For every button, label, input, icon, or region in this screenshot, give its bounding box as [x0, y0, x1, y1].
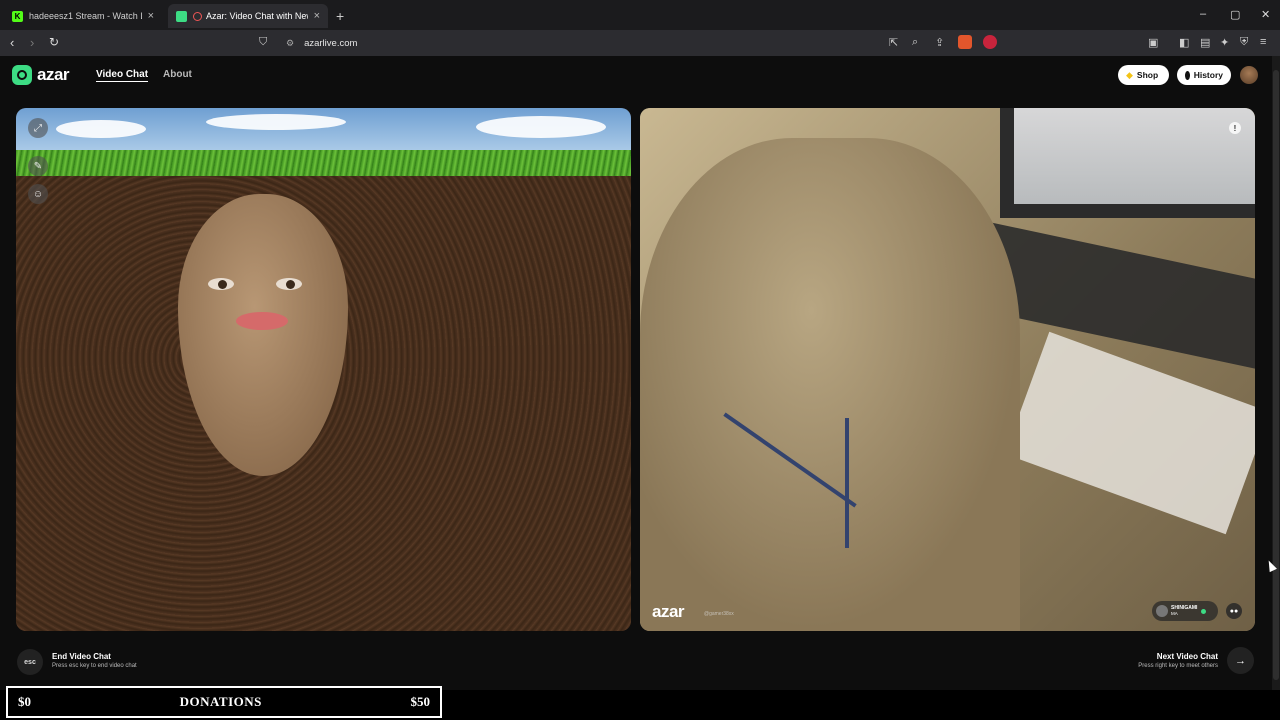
back-icon[interactable]: ‹	[10, 35, 14, 50]
kick-icon: K	[12, 10, 23, 22]
right-eye	[276, 278, 302, 290]
next-video-chat-button[interactable]: →	[1227, 647, 1254, 674]
azar-icon	[176, 10, 187, 22]
url-text: azarlive.com	[304, 37, 358, 49]
tab-title: hadeeesz1 Stream - Watch Live on K	[29, 11, 142, 21]
new-tab-button[interactable]: +	[336, 8, 344, 24]
restore-button[interactable]: ▢	[1230, 8, 1240, 21]
lanyard	[845, 418, 849, 548]
shop-label: Shop	[1136, 70, 1159, 80]
expand-icon[interactable]: ⤢	[28, 118, 48, 138]
profile-avatar[interactable]	[1240, 66, 1258, 84]
left-eye	[208, 278, 234, 290]
local-video-panel: ⤢ ✎ ☺	[16, 108, 631, 631]
site-info-icon[interactable]: ⚙	[286, 38, 294, 49]
donations-overlay: $0 DONATIONS $50	[6, 686, 442, 718]
recording-icon	[193, 11, 202, 21]
cloud	[206, 114, 346, 130]
nav-video-chat[interactable]: Video Chat	[96, 69, 149, 82]
bookmark-icon[interactable]: ⛉	[259, 36, 267, 49]
tab-title: Azar: Video Chat with New P	[206, 11, 308, 21]
watermark-handle: @gamer38xx	[704, 611, 734, 617]
zoom-icon[interactable]: ⌕	[912, 36, 918, 49]
next-video-chat-title: Next Video Chat	[1156, 652, 1218, 661]
history-clock-icon	[1185, 70, 1190, 80]
vpn-icon[interactable]: ⛨	[1240, 36, 1248, 49]
scrollbar-thumb[interactable]	[1273, 70, 1279, 680]
browser-toolbar: ‹ › ↻ ⛉ ⚙ azarlive.com ⇱ ⌕ ⇪ ▣ ◧ ▤ ✦ ⛨ ≡	[0, 30, 1280, 56]
history-button[interactable]: History	[1177, 65, 1231, 85]
remote-video-panel: ! azar @gamer38xx SHINIGAMI MA ●●	[640, 108, 1255, 631]
reload-icon[interactable]: ↻	[49, 35, 59, 49]
tab-azar[interactable]: Azar: Video Chat with New P ×	[168, 4, 328, 28]
end-video-chat-title: End Video Chat	[52, 652, 111, 661]
menu-icon[interactable]: ≡	[1260, 36, 1266, 48]
brand-name: azar	[37, 65, 70, 84]
history-label: History	[1193, 70, 1223, 80]
monitor	[1000, 108, 1255, 218]
minimize-button[interactable]: –	[1200, 8, 1206, 20]
cat	[640, 138, 1020, 631]
azar-logo[interactable]: azar	[12, 65, 70, 85]
info-icon[interactable]: !	[1229, 122, 1241, 134]
close-tab-icon[interactable]: ×	[314, 10, 320, 22]
browser-tab-strip: K hadeeesz1 Stream - Watch Live on K × A…	[0, 0, 1280, 30]
leo-ai-icon[interactable]: ✦	[1220, 36, 1229, 49]
donations-label: DONATIONS	[179, 694, 262, 709]
next-video-chat-hint: Press right key to meet others	[1138, 663, 1218, 669]
donations-current: $0	[18, 694, 31, 709]
share-icon[interactable]: ⇪	[935, 36, 944, 49]
cloud	[476, 116, 606, 138]
remote-user-avatar	[1156, 605, 1168, 617]
face-filter-icon[interactable]: ☺	[28, 184, 48, 204]
close-window-button[interactable]: ✕	[1261, 8, 1270, 21]
nav-about[interactable]: About	[163, 69, 192, 80]
shop-button[interactable]: ◆ Shop	[1118, 65, 1169, 85]
verified-icon	[1201, 608, 1207, 614]
screenshot-icon[interactable]: ▣	[1148, 36, 1158, 49]
open-external-icon[interactable]: ⇱	[889, 36, 898, 49]
wallet-icon[interactable]: ▤	[1200, 36, 1210, 49]
magic-wand-icon[interactable]: ✎	[28, 156, 48, 176]
close-tab-icon[interactable]: ×	[148, 10, 154, 22]
sidebar-icon[interactable]: ◧	[1179, 36, 1189, 49]
end-video-chat-hint: Press esc key to end video chat	[52, 663, 137, 669]
end-video-chat-button[interactable]: esc	[17, 649, 43, 675]
donations-goal: $50	[410, 694, 431, 709]
chat-icon[interactable]: ●●	[1226, 603, 1242, 619]
cloud	[56, 120, 146, 138]
azar-watermark: azar	[652, 602, 685, 621]
mouth	[236, 312, 288, 330]
gem-icon: ◆	[1126, 69, 1133, 80]
forward-icon[interactable]: ›	[30, 35, 34, 50]
brave-rewards-icon[interactable]	[983, 35, 997, 49]
azar-logo-icon	[12, 65, 32, 85]
remote-user-country: MA	[1171, 611, 1178, 616]
remote-user-chip[interactable]: SHINIGAMI MA	[1152, 601, 1218, 621]
tab-kick-stream[interactable]: K hadeeesz1 Stream - Watch Live on K ×	[4, 4, 162, 28]
brave-shields-icon[interactable]	[958, 35, 972, 49]
